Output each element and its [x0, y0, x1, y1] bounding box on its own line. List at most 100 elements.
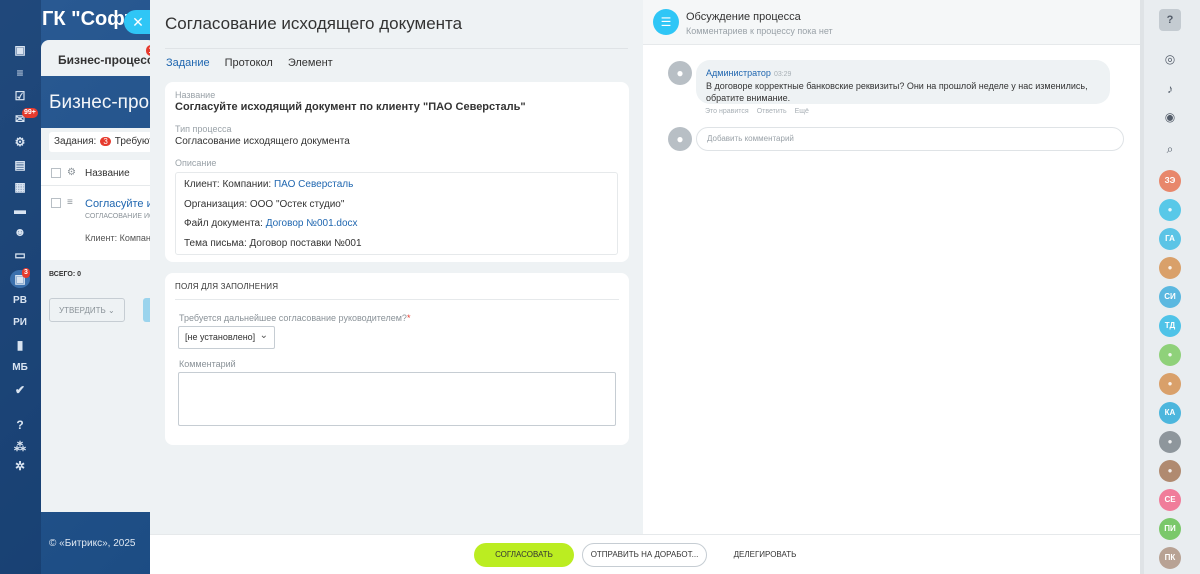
bg-checkbox-header[interactable] [51, 168, 61, 178]
process-type: Согласование исходящего документа [175, 136, 350, 147]
type-label: Тип процесса [175, 124, 232, 134]
search-icon[interactable]: ⌕ [1161, 140, 1179, 158]
nav-rv[interactable]: РВ [8, 292, 32, 310]
chevron-down-icon: ⌄ [259, 330, 268, 341]
bell-icon[interactable]: ♪ [1161, 80, 1179, 98]
current-user-avatar: ● [668, 127, 692, 151]
comment-text: В договоре корректные банковские реквизи… [706, 81, 1088, 103]
contact-avatar[interactable]: ТД [1159, 315, 1181, 337]
comment-author[interactable]: Администратор [706, 68, 771, 78]
contact-avatar[interactable]: ● [1159, 199, 1181, 221]
help-button[interactable]: ? [1159, 9, 1181, 31]
scrollbar[interactable] [1140, 0, 1144, 574]
discussion-subtitle: Комментариев к процессу пока нет [686, 26, 833, 36]
approval-select[interactable]: [не установлено] ⌄ [178, 326, 275, 349]
bp-tab[interactable]: Бизнес-процессы ⌄1 [41, 40, 156, 76]
bg-footer: © «Битрикс», 2025По [49, 538, 162, 549]
discussion-pane: ☰ Обсуждение процесса Комментариев к про… [643, 0, 1140, 534]
approve-button[interactable]: СОГЛАСОВАТЬ [474, 543, 574, 567]
comment-actions: Это нравится Ответить Ещё [705, 108, 809, 115]
reply-action[interactable]: Ответить [757, 108, 787, 115]
contact-avatar[interactable]: ● [1159, 460, 1181, 482]
contact-avatar[interactable]: ПИ [1159, 518, 1181, 540]
close-slider-button[interactable]: ✕ [124, 10, 152, 34]
footer-copyright: © «Битрикс», 2025 [49, 538, 136, 549]
desc-org: Организация: ООО "Остек студио" [184, 198, 345, 210]
task-slider-panel: Согласование исходящего документа Задани… [150, 0, 1140, 574]
contact-avatar[interactable]: СЕ [1159, 489, 1181, 511]
more-action[interactable]: Ещё [795, 108, 809, 115]
contact-avatar[interactable]: КА [1159, 402, 1181, 424]
menu-icon[interactable]: ≡ [67, 197, 73, 208]
contact-avatar[interactable]: ПК [1159, 547, 1181, 569]
nav-chart-icon[interactable]: ▮ [8, 336, 32, 354]
nav-settings-icon[interactable]: ✲ [8, 457, 32, 475]
nav-help-icon[interactable]: ? [8, 416, 32, 434]
bg-row-checkbox[interactable] [51, 198, 61, 208]
contact-avatar[interactable]: ● [1159, 431, 1181, 453]
tasks-count: 3 [100, 137, 111, 146]
client-company: Компании: [222, 179, 272, 190]
action-bar: СОГЛАСОВАТЬ ОТПРАВИТЬ НА ДОРАБОТ... ДЕЛЕ… [150, 534, 1140, 574]
comment-textarea[interactable] [178, 372, 616, 426]
copilot-icon[interactable]: ◎ [1161, 50, 1179, 68]
title-divider [165, 48, 628, 49]
nav-ri[interactable]: РИ [8, 314, 32, 332]
description-box: Клиент: Компании: ПАО Северсталь Организ… [175, 172, 618, 255]
messenger-icon[interactable]: ◉ [1161, 108, 1179, 126]
tabs: Задание Протокол Элемент [166, 57, 333, 69]
bp-tab-label: Бизнес-процессы [58, 53, 156, 67]
comment-label: Комментарий [179, 359, 236, 369]
gear-icon[interactable]: ⚙ [67, 167, 76, 178]
nav-feed-icon[interactable]: ▣ [8, 41, 32, 59]
bg-col-name: Название [85, 168, 130, 179]
bg-table: ⚙ Название ≡ Согласуйте исх СОГЛАСОВАНИЕ… [41, 160, 164, 260]
tab-element[interactable]: Элемент [288, 57, 333, 69]
approval-question: Требуется дальнейшее согласование руково… [179, 313, 410, 323]
desc-subject: Тема письма: Договор поставки №001 [184, 237, 362, 249]
delegate-button[interactable]: ДЕЛЕГИРОВАТЬ [720, 543, 810, 567]
send-to-rework-button[interactable]: ОТПРАВИТЬ НА ДОРАБОТ... [582, 543, 707, 567]
client-prefix: Клиент: [184, 179, 223, 190]
fields-divider [175, 299, 619, 300]
right-rail: ? ◎ ♪ ◉ ⌕ ЗЭ ● ГА ● СИ ТД ● ● КА ● ● СЕ ПИ ПК [1140, 0, 1200, 574]
discussion-header: ☰ Обсуждение процесса Комментариев к про… [643, 0, 1140, 45]
name-label: Название [175, 90, 216, 100]
nav-drive-icon[interactable]: ▬ [8, 201, 32, 219]
desc-client: Клиент: Компании: ПАО Северсталь [184, 179, 609, 199]
task-info-card: Название Согласуйте исходящий документ п… [165, 82, 629, 262]
tab-protocol[interactable]: Протокол [225, 57, 273, 69]
bg-total: ВСЕГО: 0 [49, 271, 82, 278]
comment-time: 03:29 [773, 71, 792, 78]
description-label: Описание [175, 158, 217, 168]
nav-team-icon[interactable]: ☻ [8, 223, 32, 241]
contact-avatar[interactable]: ЗЭ [1159, 170, 1181, 192]
nav-chat-icon[interactable]: ▤ [8, 156, 32, 174]
contact-avatar[interactable]: ● [1159, 344, 1181, 366]
contact-avatar[interactable]: ● [1159, 373, 1181, 395]
bg-row-client: Клиент: Компани [85, 233, 156, 243]
file-link[interactable]: Договор №001.docx [266, 218, 358, 229]
contact-avatar[interactable]: СИ [1159, 286, 1181, 308]
nav-tasks-icon[interactable]: ☑ [8, 87, 32, 105]
contact-avatar[interactable]: ● [1159, 257, 1181, 279]
add-comment-input[interactable]: Добавить комментарий [696, 127, 1124, 151]
tab-task[interactable]: Задание [166, 57, 210, 69]
nav-filter-icon[interactable]: ≡ [8, 64, 32, 82]
author-avatar[interactable]: ● [668, 61, 692, 85]
client-link[interactable]: ПАО Северсталь [274, 179, 353, 190]
bg-approve-button[interactable]: УТВЕРДИТЬ ⌄ [49, 298, 125, 322]
contact-avatar[interactable]: ГА [1159, 228, 1181, 250]
nav-sitemap-icon[interactable]: ⁂ [8, 438, 32, 456]
like-action[interactable]: Это нравится [705, 108, 749, 115]
nav-id-icon[interactable]: ▭ [8, 246, 32, 264]
nav-crm-icon[interactable]: ⚙ [8, 133, 32, 151]
fields-header: ПОЛЯ ДЛЯ ЗАПОЛНЕНИЯ [175, 282, 279, 291]
nav-mb[interactable]: МБ [8, 359, 32, 377]
bp-badge: 3 [22, 268, 30, 278]
nav-check-icon[interactable]: ✔ [8, 381, 32, 399]
nav-calendar-icon[interactable]: ▦ [8, 178, 32, 196]
bg-row-sub: СОГЛАСОВАНИЕ ИС [85, 213, 155, 220]
left-nav: ▣ ≡ ☑ ✉ 99+ ⚙ ▤ ▦ ▬ ☻ ▭ ▣ 3 РВ РИ ▮ МБ ✔… [0, 0, 41, 574]
bg-tasks-counter[interactable]: Задания: 3 Требуют р [49, 132, 159, 152]
